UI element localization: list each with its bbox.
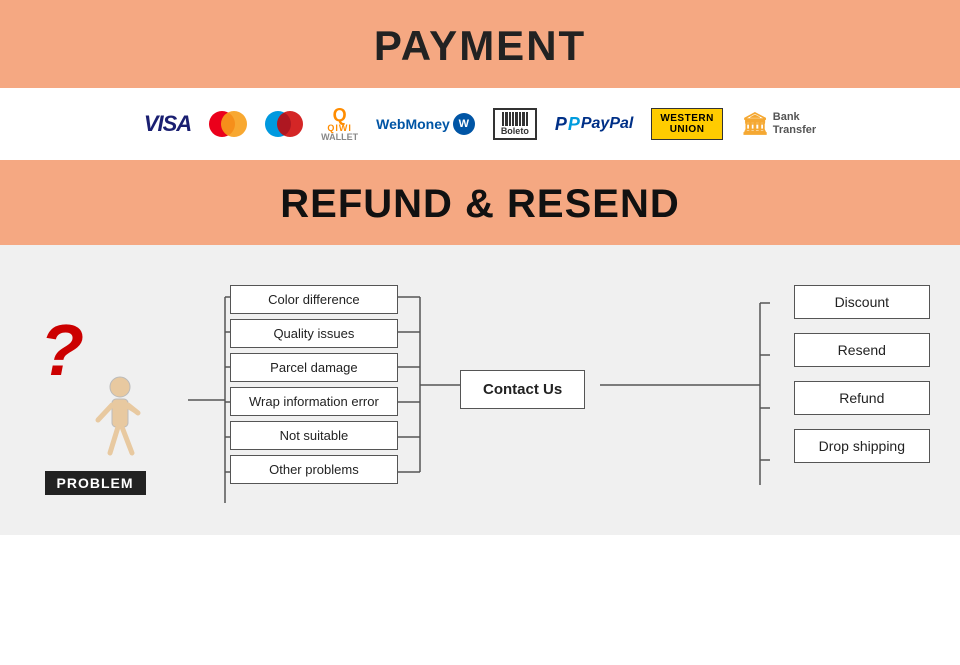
paypal-logo: PP PayPal (555, 114, 634, 135)
payment-title: PAYMENT (0, 22, 960, 70)
payment-logos-row: VISA Q QIWI WALLET WebMoney W Boleto PP … (0, 88, 960, 160)
western-union-logo: WESTERNUNION (651, 108, 723, 140)
problem-figure: ? PROBLEM (30, 295, 160, 495)
solutions-column: Discount Resend Refund Drop shipping (794, 285, 930, 463)
problem-item-wrap-error: Wrap information error (230, 387, 398, 416)
problem-item-not-suitable: Not suitable (230, 421, 398, 450)
problem-item-quality-issues: Quality issues (230, 319, 398, 348)
problem-item-parcel-damage: Parcel damage (230, 353, 398, 382)
payment-section-header: PAYMENT (0, 0, 960, 88)
problem-item-color-difference: Color difference (230, 285, 398, 314)
problems-column: Color difference Quality issues Parcel d… (230, 285, 398, 484)
webmoney-logo: WebMoney W (376, 113, 475, 135)
boleto-logo: Boleto (493, 108, 537, 140)
bank-transfer-logo: 🏛 BankTransfer (741, 111, 816, 137)
diagram-section: ? PROBLEM (0, 245, 960, 535)
refund-title: REFUND & RESEND (0, 182, 960, 227)
problem-item-other-problems: Other problems (230, 455, 398, 484)
person-figure (90, 375, 145, 465)
qiwi-logo: Q QIWI WALLET (321, 106, 358, 142)
refund-section-header: REFUND & RESEND (0, 160, 960, 245)
problem-label: PROBLEM (45, 471, 146, 495)
mastercard-logo (209, 111, 247, 137)
contact-us-box[interactable]: Contact Us (460, 370, 585, 409)
diagram-inner: ? PROBLEM (30, 275, 930, 525)
visa-logo: VISA (144, 111, 191, 137)
maestro-logo (265, 111, 303, 137)
solution-resend: Resend (794, 333, 930, 367)
question-mark-icon: ? (40, 315, 84, 387)
solution-discount: Discount (794, 285, 930, 319)
solution-refund: Refund (794, 381, 930, 415)
solution-drop-shipping: Drop shipping (794, 429, 930, 463)
